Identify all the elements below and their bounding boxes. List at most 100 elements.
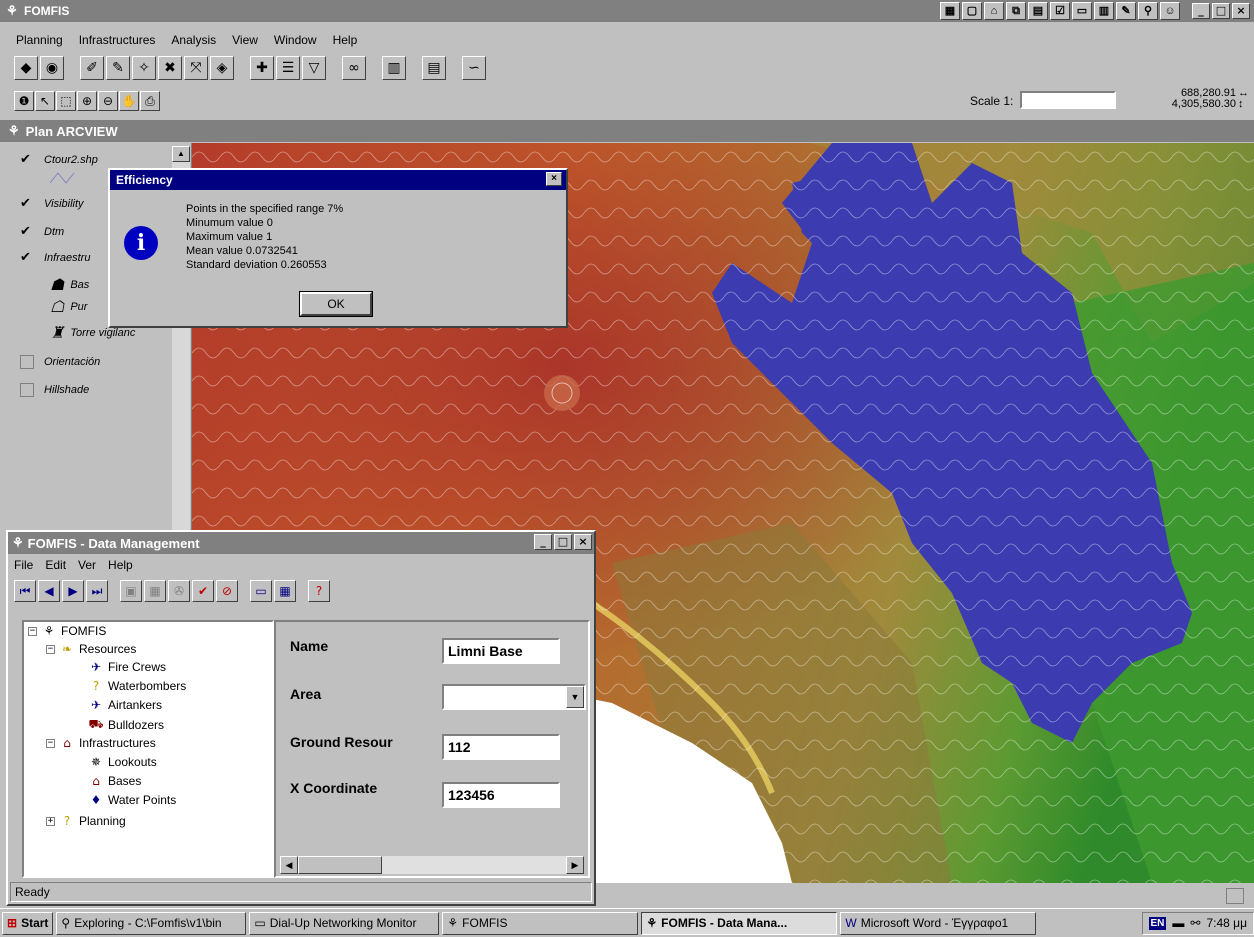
document-icon[interactable]: ▢ [962,2,982,20]
checkbox-empty[interactable] [20,355,34,369]
menu-planning[interactable]: Planning [16,33,63,53]
collapse-icon[interactable]: − [46,644,55,654]
scale-input[interactable] [1020,91,1116,109]
expand-icon[interactable]: + [46,816,55,826]
tree-node-bulldozers[interactable]: ⛟ Bulldozers [88,717,164,733]
layer-item-visibility[interactable]: ✔ Visibility [20,197,84,211]
task-dialup[interactable]: ▭ Dial-Up Networking Monitor [249,911,440,935]
tree-node-bases[interactable]: ⌂ Bases [88,774,141,788]
collapse-icon[interactable]: − [46,738,55,748]
menu-analysis[interactable]: Analysis [171,33,216,53]
tree-node-fomfis[interactable]: − ⚘ FOMFIS [28,624,106,638]
copy-icon[interactable]: ⧉ [1006,2,1026,20]
zoom-in-icon[interactable]: ⊕ [77,91,97,111]
glasses-icon[interactable]: ∽ [462,56,486,80]
expand-icon[interactable]: ⤧ [184,56,208,80]
checkmark-icon[interactable]: ✔ [20,197,34,211]
people-icon[interactable]: ☺ [1160,2,1180,20]
dm-menu-edit[interactable]: Edit [45,558,66,572]
resource-tree[interactable]: − ⚘ FOMFIS − ❧ Resources ✈ Fire Crews ? … [22,620,274,878]
eye-icon[interactable]: ◉ [40,56,64,80]
new-record-icon[interactable]: ▣ [120,580,142,602]
dm-close-button[interactable]: × [574,534,592,550]
binoculars-icon[interactable]: ∞ [342,56,366,80]
tree-node-waterbombers[interactable]: ? Waterbombers [88,679,186,693]
edit-polygon-icon[interactable]: ✎ [106,56,130,80]
bar-chart-icon[interactable]: ▥ [382,56,406,80]
close-button[interactable]: × [1232,3,1250,19]
pan-hand-icon[interactable]: ✋ [119,91,139,111]
collapse-icon[interactable]: − [28,626,37,636]
dialog-close-button[interactable]: × [546,172,562,186]
menu-view[interactable]: View [232,33,258,53]
ground-resources-field[interactable]: 112 [442,734,560,760]
layer-item-orientacion[interactable]: Orientación [20,355,100,369]
clock[interactable]: 7:48 μμ [1206,916,1247,930]
scroll-thumb[interactable] [298,856,382,874]
dm-maximize-button[interactable]: □ [554,534,572,550]
vertex-icon[interactable]: ✧ [132,56,156,80]
maximize-button[interactable]: □ [1212,3,1230,19]
layer-item-infraestructures[interactable]: ✔ Infraestru [20,251,90,265]
x-coordinate-field[interactable]: 123456 [442,782,560,808]
print-icon[interactable]: ⎙ [140,91,160,111]
prev-record-icon[interactable]: ◀ [38,580,60,602]
layer-item-ctour[interactable]: ✔ Ctour2.shp [20,153,98,167]
dm-menu-ver[interactable]: Ver [78,558,96,572]
tree-node-planning[interactable]: + ? Planning [46,814,126,828]
checkmark-icon[interactable]: ✔ [20,225,34,239]
checklist-icon[interactable]: ☑ [1050,2,1070,20]
shrink-icon[interactable]: ◈ [210,56,234,80]
tree-node-airtankers[interactable]: ✈ Airtankers [88,698,162,712]
scroll-up-arrow-icon[interactable]: ▲ [172,146,190,162]
open-folder-icon[interactable]: ⌂ [984,2,1004,20]
scroll-left-icon[interactable]: ◀ [280,856,298,874]
pointer-tool-icon[interactable]: ↖ [35,91,55,111]
save-record-icon[interactable]: ▦ [144,580,166,602]
dm-minimize-button[interactable]: _ [534,534,552,550]
dm-menu-help[interactable]: Help [108,558,133,572]
delete-record-icon[interactable]: ✇ [168,580,190,602]
tree-node-resources[interactable]: − ❧ Resources [46,642,136,656]
language-indicator[interactable]: EN [1148,916,1167,930]
list-icon[interactable]: ☰ [276,56,300,80]
filter-icon[interactable]: ▽ [302,56,326,80]
info-tool-icon[interactable]: ❶ [14,91,34,111]
checkmark-icon[interactable]: ✔ [20,251,34,265]
name-field[interactable]: Limni Base [442,638,560,664]
scroll-right-icon[interactable]: ▶ [566,856,584,874]
area-select[interactable]: ▼ [442,684,586,710]
zoom-out-icon[interactable]: ⊖ [98,91,118,111]
next-record-icon[interactable]: ▶ [62,580,84,602]
layer-item-dtm[interactable]: ✔ Dtm [20,225,64,239]
menu-infrastructures[interactable]: Infrastructures [79,33,156,53]
zoom-icon[interactable]: ⚲ [1138,2,1158,20]
task-fomfis[interactable]: ⚘ FOMFIS [442,911,639,935]
checkbox-empty[interactable] [20,383,34,397]
task-exploring[interactable]: ⚲ Exploring - C:\Fomfis\v1\bin [56,911,247,935]
edit-line-icon[interactable]: ✐ [80,56,104,80]
task-word[interactable]: W Microsoft Word - Έγγραφο1 [840,911,1037,935]
menu-help[interactable]: Help [333,33,358,53]
tree-node-fire-crews[interactable]: ✈ Fire Crews [88,660,166,674]
ok-button[interactable]: OK [299,291,373,317]
confirm-check-icon[interactable]: ✔ [192,580,214,602]
menu-window[interactable]: Window [274,33,317,53]
form-icon[interactable]: ▭ [1072,2,1092,20]
tree-node-lookouts[interactable]: ✵ Lookouts [88,755,157,769]
diamond-icon[interactable]: ◆ [14,56,38,80]
cancel-icon[interactable]: ⊘ [216,580,238,602]
help-query-icon[interactable]: ? [308,580,330,602]
table-icon[interactable]: ▤ [1028,2,1048,20]
tree-node-infrastructures[interactable]: − ⌂ Infrastructures [46,736,156,750]
palette-icon[interactable]: ▦ [940,2,960,20]
checkmark-icon[interactable]: ✔ [20,153,34,167]
last-record-icon[interactable]: ⏭ [86,580,108,602]
form-view-icon[interactable]: ▭ [250,580,272,602]
form-hscrollbar[interactable]: ◀ ▶ [280,856,584,874]
chevron-down-icon[interactable]: ▼ [566,686,584,708]
add-icon[interactable]: ✚ [250,56,274,80]
tree-node-water-points[interactable]: ♦ Water Points [88,793,177,807]
report-page-icon[interactable]: ▤ [422,56,446,80]
select-box-icon[interactable]: ⬚ [56,91,76,111]
